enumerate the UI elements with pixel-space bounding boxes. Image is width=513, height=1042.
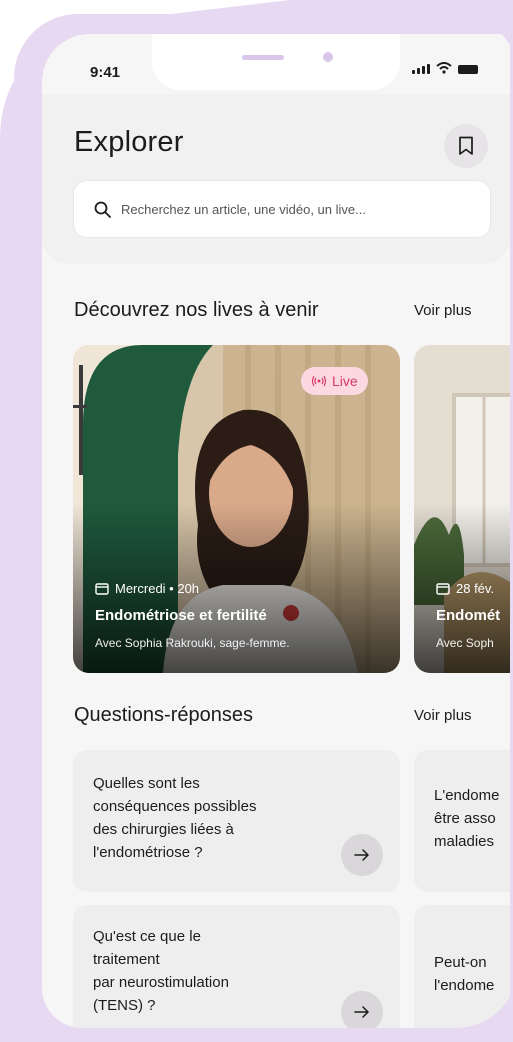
qa-question-line: L'endome (434, 787, 500, 804)
qa-question-line: l'endome (434, 977, 495, 994)
bookmark-icon (459, 136, 473, 155)
header-card (42, 94, 510, 264)
phone-frame: 9:41 Explorer Recherchez un article, une… (14, 14, 513, 1028)
qa-question-line: maladies (434, 833, 495, 850)
qa-section-title: Questions-réponses (74, 704, 253, 726)
speaker-grille (242, 55, 284, 60)
signal-icon (412, 64, 430, 74)
side-button-volume-up (4, 222, 11, 296)
arrow-right-button[interactable] (341, 834, 383, 876)
app-screen: 9:41 Explorer Recherchez un article, une… (42, 34, 510, 1028)
qa-question-line: être asso (434, 810, 496, 827)
qa-see-more-link[interactable]: Voir plus (414, 707, 472, 724)
status-icons (412, 62, 478, 74)
live-card[interactable]: 28 fév. Endomét Avec Soph (414, 345, 510, 673)
qa-question-line: par neurostimulation (93, 974, 229, 991)
status-time: 9:41 (90, 64, 121, 81)
lives-section-title: Découvrez nos lives à venir (74, 299, 319, 321)
battery-icon (458, 65, 478, 74)
qa-question: L'endome être asso maladies (434, 784, 499, 853)
qa-card[interactable]: Qu'est ce que le traitement par neurosti… (73, 905, 400, 1028)
front-camera (323, 52, 333, 62)
live-badge-label: Live (332, 373, 358, 389)
live-title: Endométriose et fertilité (95, 607, 267, 624)
bookmark-button[interactable] (444, 124, 488, 168)
live-badge: Live (301, 367, 368, 395)
arrow-right-icon (354, 849, 369, 861)
qa-question-line: Qu'est ce que le (93, 928, 201, 945)
live-date: 28 fév. (436, 581, 494, 596)
live-host: Avec Soph (436, 636, 494, 650)
qa-question-line: des chirurgies liées à (93, 821, 234, 838)
qa-question-line: l'endométriose ? (93, 844, 203, 861)
live-card[interactable]: Live Mercredi • 20h Endométriose et fert… (73, 345, 400, 673)
live-date-label: 28 fév. (456, 581, 495, 596)
wifi-icon (436, 62, 452, 74)
qa-question-line: conséquences possibles (93, 798, 257, 815)
qa-card[interactable]: Peut-on l'endome (414, 905, 510, 1028)
side-button-silent (4, 150, 11, 188)
arrow-right-button[interactable] (341, 991, 383, 1028)
live-date: Mercredi • 20h (95, 581, 199, 596)
qa-card[interactable]: L'endome être asso maladies (414, 750, 510, 892)
search-input[interactable]: Recherchez un article, une vidéo, un liv… (73, 180, 491, 238)
qa-question-line: traitement (93, 951, 160, 968)
calendar-icon (436, 583, 450, 595)
search-icon (94, 201, 111, 218)
qa-card[interactable]: Quelles sont les conséquences possibles … (73, 750, 400, 892)
search-placeholder: Recherchez un article, une vidéo, un liv… (121, 201, 366, 217)
page-title: Explorer (74, 126, 184, 158)
qa-question-line: (TENS) ? (93, 997, 156, 1014)
qa-question: Peut-on l'endome (434, 951, 494, 997)
lives-see-more-link[interactable]: Voir plus (414, 302, 472, 319)
calendar-icon (95, 583, 109, 595)
qa-question: Quelles sont les conséquences possibles … (93, 772, 256, 864)
live-host: Avec Sophia Rakrouki, sage-femme. (95, 636, 290, 650)
broadcast-icon (311, 375, 327, 387)
qa-question-line: Peut-on (434, 954, 487, 971)
arrow-right-icon (354, 1006, 369, 1018)
side-button-volume-down (4, 318, 11, 392)
live-date-label: Mercredi • 20h (115, 581, 200, 596)
live-title: Endomét (436, 607, 501, 624)
notch (152, 34, 400, 90)
qa-question: Qu'est ce que le traitement par neurosti… (93, 925, 229, 1017)
qa-question-line: Quelles sont les (93, 775, 200, 792)
